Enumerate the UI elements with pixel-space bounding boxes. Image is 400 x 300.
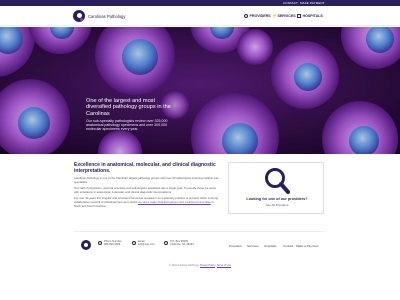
footer-address: P.O. Box 99999 Charlotte, NC 28233 xyxy=(170,240,194,247)
hero-subtitle: Our sub-specialty pathologists review ov… xyxy=(86,118,168,132)
terms-of-use-link[interactable]: Terms of Use xyxy=(217,264,231,267)
nav-hospitals-label: HOSPITALS xyxy=(302,14,323,18)
magnifier-icon xyxy=(265,168,290,194)
nav-services-label: SERVICES xyxy=(277,14,296,18)
logo-icon[interactable] xyxy=(73,10,85,22)
hospital-icon xyxy=(297,14,301,18)
footer-divider xyxy=(74,231,324,232)
bolt-icon: ⚡ xyxy=(272,13,277,18)
email-address: info@cpg.com xyxy=(138,243,155,247)
hospitals-link[interactable]: we serve major hospital systems and medi… xyxy=(138,200,211,204)
privacy-policy-link[interactable]: Privacy Policy xyxy=(200,264,215,267)
footer-link-hospitals[interactable]: Hospitals xyxy=(264,244,276,248)
nav-providers-label: PROVIDERS xyxy=(249,14,271,18)
see-all-providers-link[interactable]: See All Providers xyxy=(229,203,325,207)
nav-hospitals[interactable]: HOSPITALS xyxy=(297,14,323,18)
phone-icon xyxy=(98,241,102,245)
hero-banner: One of the largest and most diversified … xyxy=(0,27,400,154)
brand-name[interactable]: Carolinas Pathology xyxy=(88,14,125,19)
copyright-text: © 2021 Carolinas Pathology. xyxy=(169,264,200,267)
footer-email[interactable]: Email info@cpg.com xyxy=(138,240,155,247)
footer-link-payment[interactable]: Make a Payment xyxy=(296,244,319,248)
contact-link[interactable]: CONTACT xyxy=(283,1,298,5)
cells-image xyxy=(0,27,400,154)
phone-number: 980-999-9999 xyxy=(104,243,121,247)
email-icon xyxy=(132,241,136,245)
site-header: Carolinas Pathology PROVIDERS ⚡ SERVICES… xyxy=(0,6,400,26)
city-state-zip: Charlotte, NC 28233 xyxy=(170,243,194,247)
footer-link-services[interactable]: Services xyxy=(247,244,259,248)
card-title: Looking for one of our providers? xyxy=(246,197,308,201)
intro-section: Excellence in anatomical, molecular, and… xyxy=(74,162,220,208)
footer-logo-icon[interactable] xyxy=(81,240,91,250)
logo-accent-dot xyxy=(80,18,83,21)
mailbox-icon xyxy=(164,241,168,245)
intro-paragraph-3: For over 40 years this singular and cons… xyxy=(74,197,220,208)
copyright: © 2021 Carolinas Pathology. Privacy Poli… xyxy=(0,264,400,267)
intro-title: Excellence in anatomical, molecular, and… xyxy=(74,162,216,174)
hero-text: One of the largest and most diversified … xyxy=(86,98,181,132)
intro-paragraph-2: Our staff of physicians, doctoral scient… xyxy=(74,186,217,194)
hero-title: One of the largest and most diversified … xyxy=(86,98,171,117)
make-payment-link[interactable]: MAKE PAYMENT xyxy=(300,1,325,5)
intro-paragraph-1: Carolinas Pathology is one of the Caroli… xyxy=(74,176,220,184)
nav-providers[interactable]: PROVIDERS xyxy=(244,14,271,18)
footer-phone[interactable]: Phone Number 980-999-9999 xyxy=(104,240,121,247)
find-provider-card[interactable]: Looking for one of our providers? See Al… xyxy=(228,162,324,214)
search-icon xyxy=(244,14,248,18)
footer-link-providers[interactable]: Providers xyxy=(229,244,242,248)
footer-link-contact[interactable]: Contact xyxy=(283,244,293,248)
nav-services[interactable]: ⚡ SERVICES xyxy=(272,13,296,19)
